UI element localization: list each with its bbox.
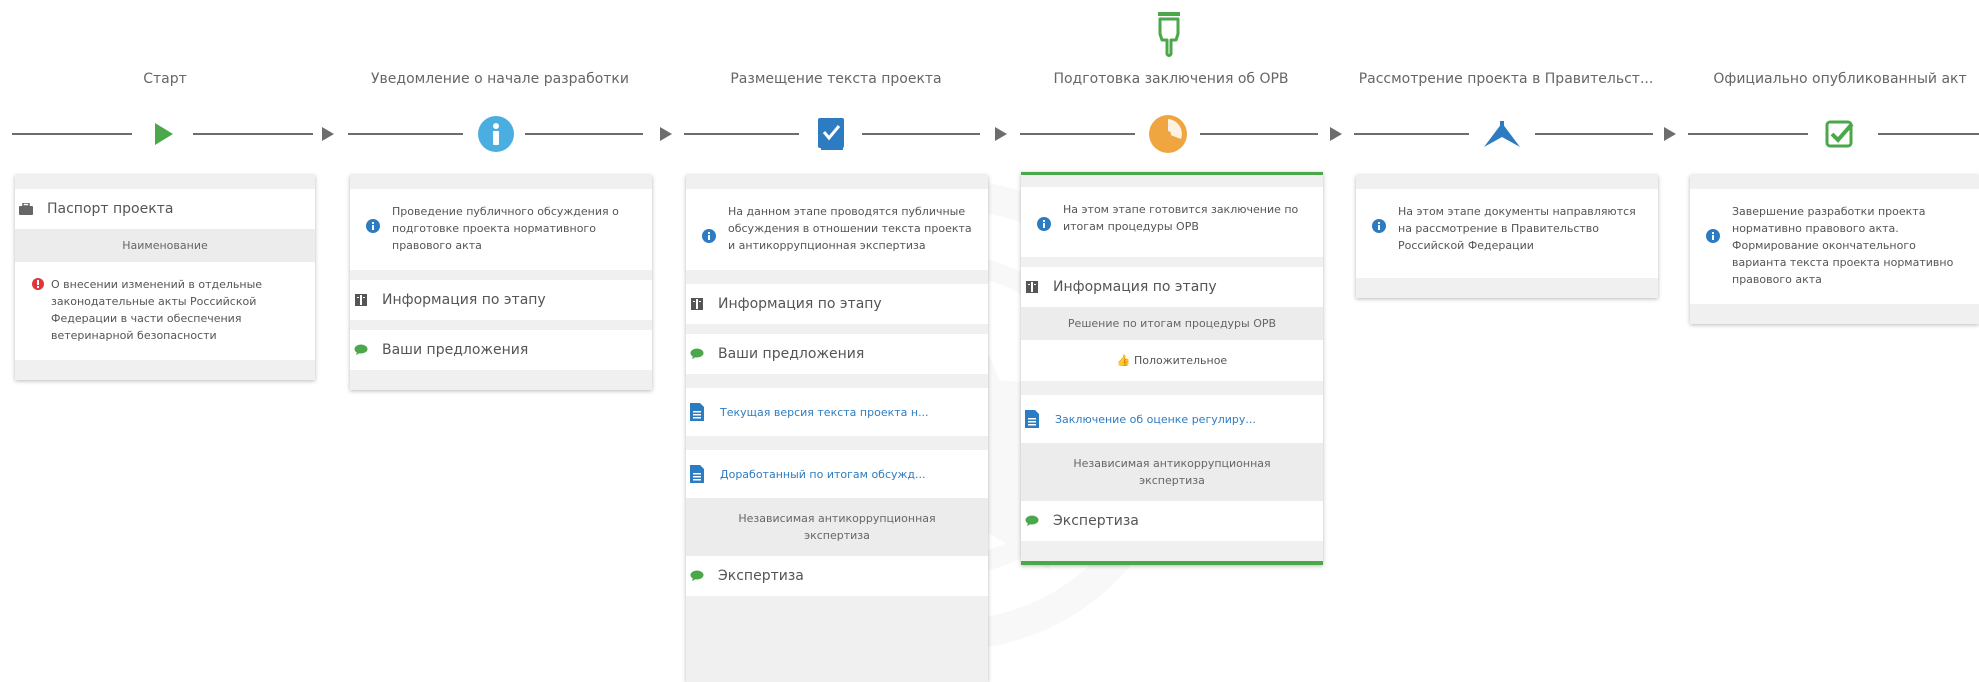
card-published: Завершение разработки проекта нормативно… — [1690, 175, 1979, 324]
proposals-row[interactable]: Ваши предложения — [686, 334, 988, 374]
placement-info-row: На данном этапе проводятся публичные обс… — [686, 189, 988, 270]
book-icon — [1021, 280, 1043, 294]
comment-icon — [686, 570, 708, 582]
comment-icon — [686, 348, 708, 360]
expertise-row[interactable]: Экспертиза — [1021, 501, 1323, 541]
document-link-label: Текущая версия текста проекта н... — [720, 405, 929, 419]
passport-row[interactable]: Паспорт проекта — [15, 189, 315, 229]
timeline-line — [684, 133, 799, 135]
file-text-icon — [686, 402, 708, 422]
thumbs-up-icon: 👍 — [1116, 354, 1131, 367]
error-circle-icon — [27, 262, 49, 290]
timeline-line — [12, 133, 132, 135]
info-icon — [362, 189, 384, 233]
stage-title-placement: Размещение текста проекта — [730, 71, 942, 87]
timeline-line — [1354, 133, 1469, 135]
timeline-line — [193, 133, 313, 135]
stage-info-row[interactable]: Информация по этапу — [1021, 267, 1323, 307]
stage-info-label: Информация по этапу — [718, 296, 882, 312]
document-link-revised[interactable]: Доработанный по итогам обсужд... — [686, 450, 988, 498]
hand-pointer-icon — [1158, 12, 1180, 57]
card-notice: Проведение публичного обсуждения о подго… — [350, 175, 652, 390]
timeline-line — [1688, 133, 1808, 135]
orv-info-text: На этом этапе готовится заключение по ит… — [1063, 203, 1299, 233]
stage-title-orv: Подготовка заключения об ОРВ — [1053, 71, 1289, 87]
timeline-arrow — [995, 127, 1007, 141]
proposals-label: Ваши предложения — [382, 342, 529, 358]
card-start: Паспорт проекта Наименование О внесении … — [15, 175, 315, 380]
stage-info-row[interactable]: Информация по этапу — [686, 284, 988, 324]
book-icon — [350, 293, 372, 307]
published-info-text: Завершение разработки проекта нормативно… — [1732, 205, 1954, 286]
stage-title-published: Официально опубликованный акт — [1713, 71, 1967, 87]
project-name: О внесении изменений в отдельные законод… — [51, 278, 263, 342]
notice-info-text: Проведение публичного обсуждения о подго… — [392, 205, 619, 252]
briefcase-icon — [15, 202, 37, 216]
document-link-current[interactable]: Текущая версия текста проекта н... — [686, 388, 988, 436]
government-info-text: На этом этапе документы направляются на … — [1398, 205, 1636, 252]
comment-icon — [1021, 515, 1043, 527]
timeline-arrow — [1330, 127, 1342, 141]
expertise-header: Независимая антикоррупционная экспертиза — [1021, 443, 1323, 501]
timeline-line — [1535, 133, 1653, 135]
info-circle-icon[interactable] — [474, 112, 518, 156]
file-text-icon — [1021, 409, 1043, 429]
pie-chart-icon[interactable] — [1146, 112, 1190, 156]
timeline-arrow — [322, 127, 334, 141]
proposals-row[interactable]: Ваши предложения — [350, 330, 652, 370]
passport-label: Паспорт проекта — [47, 201, 174, 217]
expertise-label: Экспертиза — [718, 568, 804, 584]
decision-header: Решение по итогам процедуры ОРВ — [1021, 307, 1323, 340]
project-name-row: О внесении изменений в отдельные законод… — [15, 262, 315, 360]
checkbox-icon[interactable] — [1818, 112, 1862, 156]
orv-info-row: На этом этапе готовится заключение по ит… — [1021, 187, 1323, 257]
play-icon[interactable] — [141, 112, 185, 156]
timeline-line — [348, 133, 463, 135]
book-icon — [686, 297, 708, 311]
expertise-label: Экспертиза — [1053, 513, 1139, 529]
placement-info-text: На данном этапе проводятся публичные обс… — [728, 205, 972, 252]
card-placement: На данном этапе проводятся публичные обс… — [686, 175, 988, 682]
timeline-line — [1200, 133, 1318, 135]
decision-value-row: 👍 Положительное — [1021, 340, 1323, 381]
flag-icon[interactable] — [1480, 112, 1524, 156]
expertise-row[interactable]: Экспертиза — [686, 556, 988, 596]
timeline-line — [1878, 133, 1979, 135]
info-icon — [1702, 189, 1724, 243]
document-link-assessment[interactable]: Заключение об оценке регулиру... — [1021, 395, 1323, 443]
stage-title-notice: Уведомление о начале разработки — [371, 71, 629, 87]
notice-info-row: Проведение публичного обсуждения о подго… — [350, 189, 652, 270]
timeline-line — [525, 133, 643, 135]
timeline-arrow — [660, 127, 672, 141]
card-government: На этом этапе документы направляются на … — [1356, 175, 1658, 298]
stage-info-label: Информация по этапу — [382, 292, 546, 308]
proposals-label: Ваши предложения — [718, 346, 865, 362]
timeline-line — [1020, 133, 1135, 135]
stage-info-label: Информация по этапу — [1053, 279, 1217, 295]
document-link-label: Заключение об оценке регулиру... — [1055, 412, 1256, 426]
stage-title-government: Рассмотрение проекта в Правительст... — [1358, 71, 1654, 87]
file-text-icon — [686, 464, 708, 484]
decision-value: Положительное — [1134, 354, 1228, 367]
government-info-row: На этом этапе документы направляются на … — [1356, 189, 1658, 278]
timeline-line — [862, 133, 980, 135]
info-icon — [698, 189, 720, 243]
published-info-row: Завершение разработки проекта нормативно… — [1690, 189, 1979, 304]
expertise-header: Независимая антикоррупционная экспертиза — [686, 498, 988, 556]
stage-title-start: Старт — [143, 71, 187, 87]
info-icon — [1368, 189, 1390, 233]
document-link-label: Доработанный по итогам обсужд... — [720, 467, 926, 481]
timeline-arrow — [1664, 127, 1676, 141]
comment-icon — [350, 344, 372, 356]
document-check-icon[interactable] — [810, 112, 854, 156]
stage-info-row[interactable]: Информация по этапу — [350, 280, 652, 320]
info-icon — [1033, 187, 1055, 231]
card-orv: На этом этапе готовится заключение по ит… — [1021, 172, 1323, 565]
name-header: Наименование — [15, 229, 315, 262]
